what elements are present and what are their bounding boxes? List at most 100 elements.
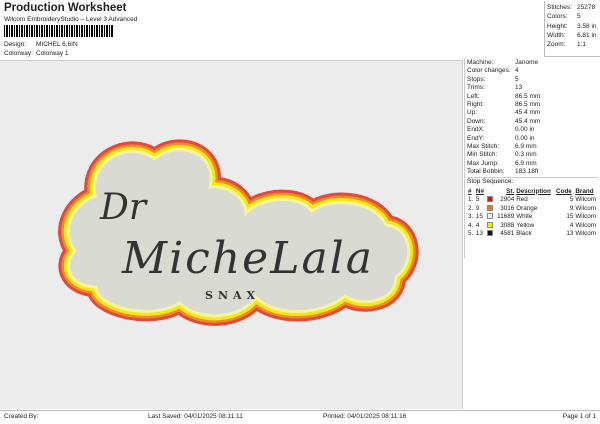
stat-value: 0.00 in [515, 134, 535, 142]
stat-value: 13 [515, 84, 523, 92]
page-title: Production Worksheet [4, 2, 127, 14]
stat-label: Max Stitch: [467, 142, 500, 150]
stat-label: Trims: [467, 84, 485, 92]
stat-value: 3.58 in [577, 22, 597, 30]
design-label: Design: [4, 41, 27, 48]
stat-value: 45.4 mm [515, 109, 541, 117]
stat-label: Right: [467, 100, 484, 108]
col-brand: Brand [575, 187, 594, 195]
stop-needle: 15 [475, 213, 483, 221]
stat-row: Colors: 5 [547, 12, 598, 21]
stat-row: Max Jump: 6.9 mm [467, 160, 598, 168]
stat-label: EndY: [467, 134, 485, 142]
stat-label: Stops: [467, 75, 486, 83]
stat-value: 1:1 [577, 41, 587, 49]
design-value: MICHEL 6,6IN [36, 41, 78, 48]
stat-label: Width: [547, 31, 566, 39]
stat-row: Stitches: 25278 [547, 3, 598, 12]
stop-brand: Wilcom [575, 230, 596, 238]
stat-row: Height: 3.58 in [547, 22, 598, 31]
stop-description: Orange [516, 204, 538, 212]
stat-label: Colors: [547, 13, 568, 21]
stop-needle: 13 [475, 230, 483, 238]
col-needle: N# [475, 187, 484, 195]
stop-needle: 4 [475, 221, 480, 229]
color-swatch [486, 230, 493, 237]
stop-index: 3. [468, 213, 474, 221]
colorway-value: Colorway 1 [36, 50, 69, 57]
stat-row: Min Stitch: 0.3 mm [467, 151, 598, 159]
design-text-dr: Dr [99, 187, 148, 228]
stop-brand: Wilcom [575, 196, 596, 204]
col-description: Description [516, 187, 551, 195]
stat-value: 4 [515, 67, 519, 75]
col-index: # [468, 187, 472, 195]
stop-index: 2. [468, 204, 474, 212]
stop-description: Yellow [516, 221, 535, 229]
stop-description: White [516, 213, 533, 221]
stat-value: 45.4 mm [515, 117, 541, 125]
color-swatch [486, 204, 493, 211]
stat-value: 6.9 mm [515, 142, 537, 150]
stop-needle: 9 [475, 204, 480, 212]
last-saved: Last Saved: 04/01/2025 08:11:11 [148, 413, 243, 420]
stop-brand: Wilcom [575, 204, 596, 212]
color-swatch [486, 196, 493, 203]
stat-value: 25278 [577, 4, 596, 11]
design-canvas: Dr MicheLala SNAX [0, 60, 463, 409]
subtitle: Wilcom EmbroideryStudio – Level 3 Advanc… [4, 16, 138, 23]
stop-stitches: 3016 [500, 204, 515, 212]
footer: Created By: Last Saved: 04/01/2025 08:11… [0, 410, 600, 424]
stop-index: 5. [468, 230, 474, 238]
stat-row: Up: 45.4 mm [467, 109, 598, 117]
stat-row: EndY: 0.00 in [467, 135, 598, 143]
stop-row: 4. 4 3088 Yellow 4 Wilcom [467, 221, 599, 230]
stat-label: Total Bobbin: [467, 168, 505, 176]
stat-row: Right: 86.5 mm [467, 101, 598, 109]
col-stitches: St. [506, 187, 515, 195]
stop-brand: Wilcom [575, 221, 596, 229]
stat-label: Color changes: [467, 67, 511, 75]
stop-code: 15 [566, 213, 574, 221]
stop-description: Red [516, 196, 528, 204]
stat-row: Machine: Janome [467, 59, 598, 67]
stat-row: Total Bobbin: 183.18ft [467, 168, 598, 176]
stop-brand: Wilcom [575, 213, 596, 221]
design-text-snax: SNAX [205, 289, 260, 302]
created-by: Created By: [4, 413, 39, 420]
stop-row: 5. 13 4581 Black 13 Wilcom [467, 229, 599, 238]
stat-row: Zoom: 1:1 [547, 40, 598, 49]
color-swatch [486, 221, 493, 228]
stop-sequence-title: Stop Sequence: [467, 178, 514, 186]
stop-needle: 5 [475, 196, 480, 204]
stat-label: Up: [467, 109, 478, 117]
stop-sequence: Stop Sequence: # N# St. Description Code… [467, 177, 598, 237]
stats-panel: Stitches: 25278 Colors: 5 Height: 3.58 in Widt… [544, 1, 600, 57]
stat-row: Color changes: 4 [467, 67, 598, 75]
info-panel: Machine: Janome Color changes: 4 Stops: 5 Trim… [464, 58, 600, 258]
stop-row: 2. 9 3016 Orange 9 Wilcom [467, 204, 599, 213]
col-code: Code [556, 187, 572, 195]
stat-row: Left: 86.5 mm [467, 93, 598, 101]
design-text-name: MicheLala [121, 233, 372, 284]
stop-code: 4 [569, 221, 574, 229]
stat-label: Down: [467, 117, 486, 125]
stop-code: 5 [569, 196, 574, 204]
stat-label: EndX: [467, 126, 485, 134]
stat-value: 5 [515, 75, 519, 83]
stop-description: Black [516, 230, 532, 238]
stop-code: 9 [569, 204, 574, 212]
stat-value: 183.18ft [515, 168, 539, 176]
stat-value: 86.5 mm [515, 92, 541, 100]
stop-stitches: 3088 [500, 221, 515, 229]
stat-label: Left: [467, 92, 480, 100]
stat-label: Max Jump: [467, 159, 499, 167]
stat-label: Zoom: [547, 41, 566, 49]
stop-stitches: 11689 [497, 213, 515, 221]
stat-label: Min Stitch: [467, 151, 498, 159]
embroidery-design: Dr MicheLala SNAX [0, 61, 463, 410]
stat-row: Stops: 5 [467, 76, 598, 84]
color-swatch [486, 213, 493, 220]
stat-row: Max Stitch: 6.9 mm [467, 143, 598, 151]
stop-index: 1. [468, 196, 474, 204]
